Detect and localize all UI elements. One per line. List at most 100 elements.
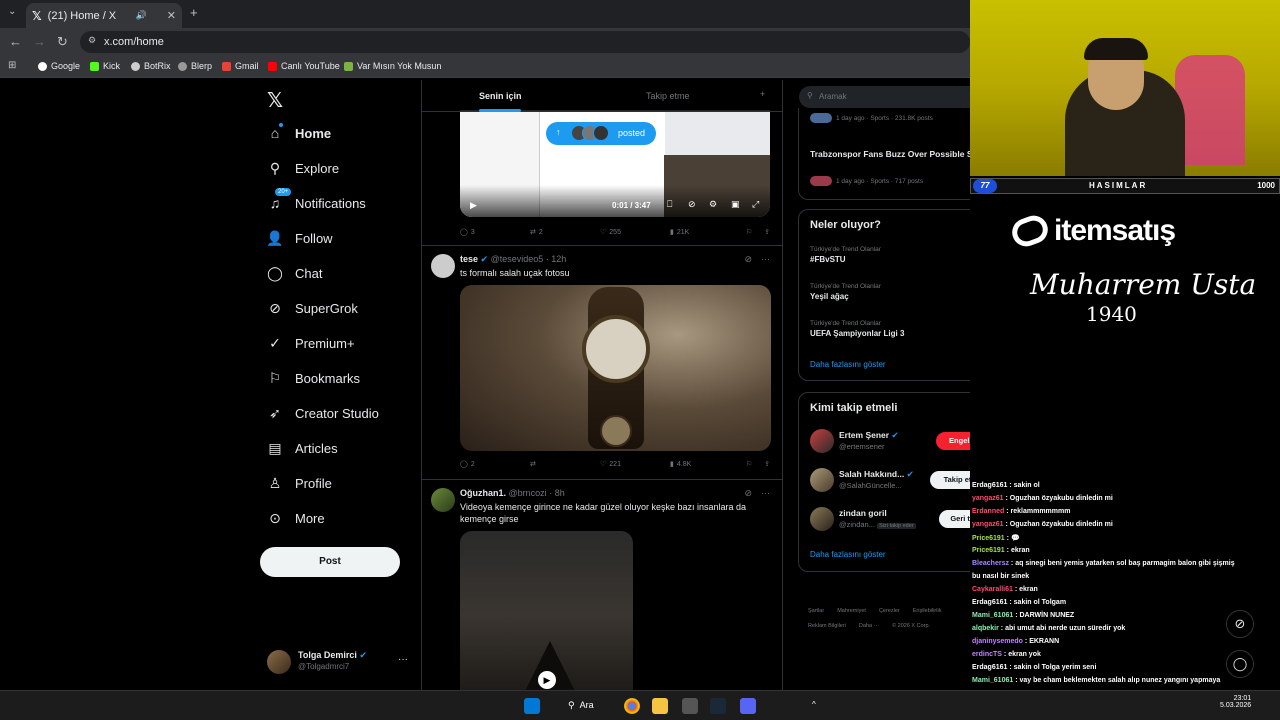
tweet-more-icon[interactable]: ··· [761,254,770,264]
bookmark-icon[interactable]: ⚐ [746,228,752,236]
grok-icon[interactable]: ⊘ [744,254,752,265]
footer-link[interactable]: Çerezler [879,608,900,614]
chat-username[interactable]: alqbekir [972,625,999,632]
chat-username[interactable]: erdincTS [972,651,1002,658]
grok-fab-icon[interactable]: ⊘ [1226,610,1254,638]
settings-icon[interactable]: ⚙ [709,199,717,210]
fullscreen-icon[interactable]: ⤢ [752,199,759,210]
search-input[interactable]: ⚲ Aramak [799,86,999,108]
chat-username[interactable]: yangaz61 [972,521,1004,528]
nav-home[interactable]: ⌂ Home [267,123,331,141]
site-info-icon[interactable]: ⚙ [88,35,96,46]
chat-username[interactable]: Price6191 [972,547,1005,554]
nav-follow[interactable]: 👤 Follow [266,230,332,246]
nav-chat[interactable]: ◯ Chat [267,265,322,281]
tweet-image[interactable] [460,285,771,451]
windows-start-icon[interactable] [524,698,540,714]
nav-supergrok[interactable]: ⊘ SuperGrok [267,300,358,316]
play-icon[interactable]: ▶ [470,200,477,211]
like-button[interactable]: ♡ 255 [600,228,670,237]
post-button[interactable]: Post [260,547,400,577]
footer-link[interactable]: Erişilebilirlik [913,608,942,614]
footer-link[interactable]: Reklam Bilgileri [808,623,846,629]
tweet-tese[interactable]: tese ✔ @tesevideo5 · 12h ⊘ ··· ts formal… [422,246,782,480]
chat-fab-icon[interactable]: ◯ [1226,650,1254,678]
footer-link[interactable]: Daha ··· [859,623,879,629]
nav-explore[interactable]: ⚲ Explore [267,160,339,176]
discord-icon[interactable] [740,698,756,714]
chat-username[interactable]: Mami_61061 [972,677,1013,684]
chat-username[interactable]: Mami_61061 [972,612,1013,619]
apps-grid-icon[interactable]: ⊞ [8,60,16,71]
new-tab-icon[interactable]: + [190,5,198,20]
tab-list-icon[interactable]: ⌄ [8,6,16,17]
share-icon[interactable]: ⇪ [764,228,770,236]
chat-username[interactable]: Erdanned [972,508,1004,515]
nav-premium[interactable]: ✓ Premium+ [267,335,354,351]
bookmark-kick[interactable]: Kick [90,61,120,71]
app-icon[interactable] [682,698,698,714]
bookmark-youtube[interactable]: Canlı YouTube [268,61,340,71]
tweet-more-icon[interactable]: ··· [761,488,770,498]
chat-username[interactable]: yangaz61 [972,495,1004,502]
close-tab-icon[interactable]: ✕ [167,9,176,22]
nav-notifications[interactable]: ♫ Notifications 20+ [267,188,366,211]
back-icon[interactable]: ← [9,34,22,49]
tweet-oguzhan[interactable]: Oğuzhan1. @brncozi · 8h ⊘ ··· Videoya ke… [422,480,782,690]
tab-following[interactable]: Takip etme [646,91,690,101]
chat-username[interactable]: Price6191 [972,535,1005,542]
tweet-video[interactable]: ▶ [460,531,633,690]
reply-button[interactable]: ◯ 3 [460,228,530,237]
tray-expand-icon[interactable]: ^ [812,700,816,709]
x-logo-icon[interactable]: 𝕏 [267,88,283,113]
taskbar-search[interactable]: ⚲ Ara [568,700,594,711]
nav-profile[interactable]: ♙ Profile [267,475,332,491]
add-tab-icon[interactable]: + [760,89,765,99]
views-button[interactable]: ▮ 4.8K [670,460,740,469]
chat-username[interactable]: Erdag6161 [972,482,1007,489]
bookmark-gmail[interactable]: Gmail [222,61,259,71]
footer-link[interactable]: Şartlar [808,608,824,614]
clock[interactable]: 23:01 5.03.2026 [1220,695,1251,709]
bookmark-icon[interactable]: ⚐ [746,460,752,468]
chrome-icon[interactable] [624,698,640,714]
audio-icon[interactable]: 🔊 [136,10,147,21]
forward-icon[interactable]: → [33,34,46,49]
show-more-link[interactable]: Daha fazlasını göster [810,360,886,369]
nav-articles[interactable]: ▤ Articles [267,440,337,456]
reload-icon[interactable]: ↻ [57,34,68,50]
grok-icon[interactable]: ⊘ [744,488,752,499]
new-posts-pill[interactable]: ↑ posted [546,122,656,145]
repost-button[interactable]: ⇄ [530,460,600,468]
reply-button[interactable]: ◯ 2 [460,460,530,469]
bookmark-botrix[interactable]: BotRix [131,61,171,71]
like-button[interactable]: ♡ 221 [600,460,670,469]
chat-username[interactable]: djaninysemedo [972,638,1023,645]
pip-icon[interactable]: ▣ [731,199,740,210]
news-meta-row[interactable]: 1 day ago · Sports · 231.8K posts [810,113,933,123]
chat-username[interactable]: Caykaralli61 [972,586,1013,593]
share-icon[interactable]: ⇪ [764,460,770,468]
address-bar[interactable]: ⚙ x.com/home [80,31,970,53]
browser-tab[interactable]: 𝕏 (21) Home / X 🔊 ✕ [26,3,182,28]
nav-creator-studio[interactable]: ➶ Creator Studio [267,405,379,421]
tab-for-you[interactable]: Senin için [479,91,522,101]
repost-button[interactable]: ⇄ 2 [530,228,600,237]
footer-link[interactable]: Mahremiyet [837,608,866,614]
bookmark-google[interactable]: Google [38,61,80,71]
show-more-link[interactable]: Daha fazlasını göster [810,550,886,559]
nav-more[interactable]: ⊙ More [267,510,325,526]
account-more-icon[interactable]: ··· [398,654,408,665]
chat-username[interactable]: Bleachersz [972,560,1009,567]
views-button[interactable]: ▮ 21K [670,228,740,237]
mute-icon[interactable]: ⊘ [688,199,696,210]
chat-username[interactable]: Erdag6161 [972,599,1007,606]
nav-bookmarks[interactable]: ⚐ Bookmarks [267,370,360,386]
file-explorer-icon[interactable] [652,698,668,714]
bookmark-blerp[interactable]: Blerp [178,61,212,71]
steam-icon[interactable] [710,698,726,714]
captions-icon[interactable]: ⎕ [667,199,672,210]
play-icon[interactable]: ▶ [538,671,556,689]
chat-username[interactable]: Erdag6161 [972,664,1007,671]
bookmark-var-misin[interactable]: Var Mısın Yok Musun [344,61,441,71]
